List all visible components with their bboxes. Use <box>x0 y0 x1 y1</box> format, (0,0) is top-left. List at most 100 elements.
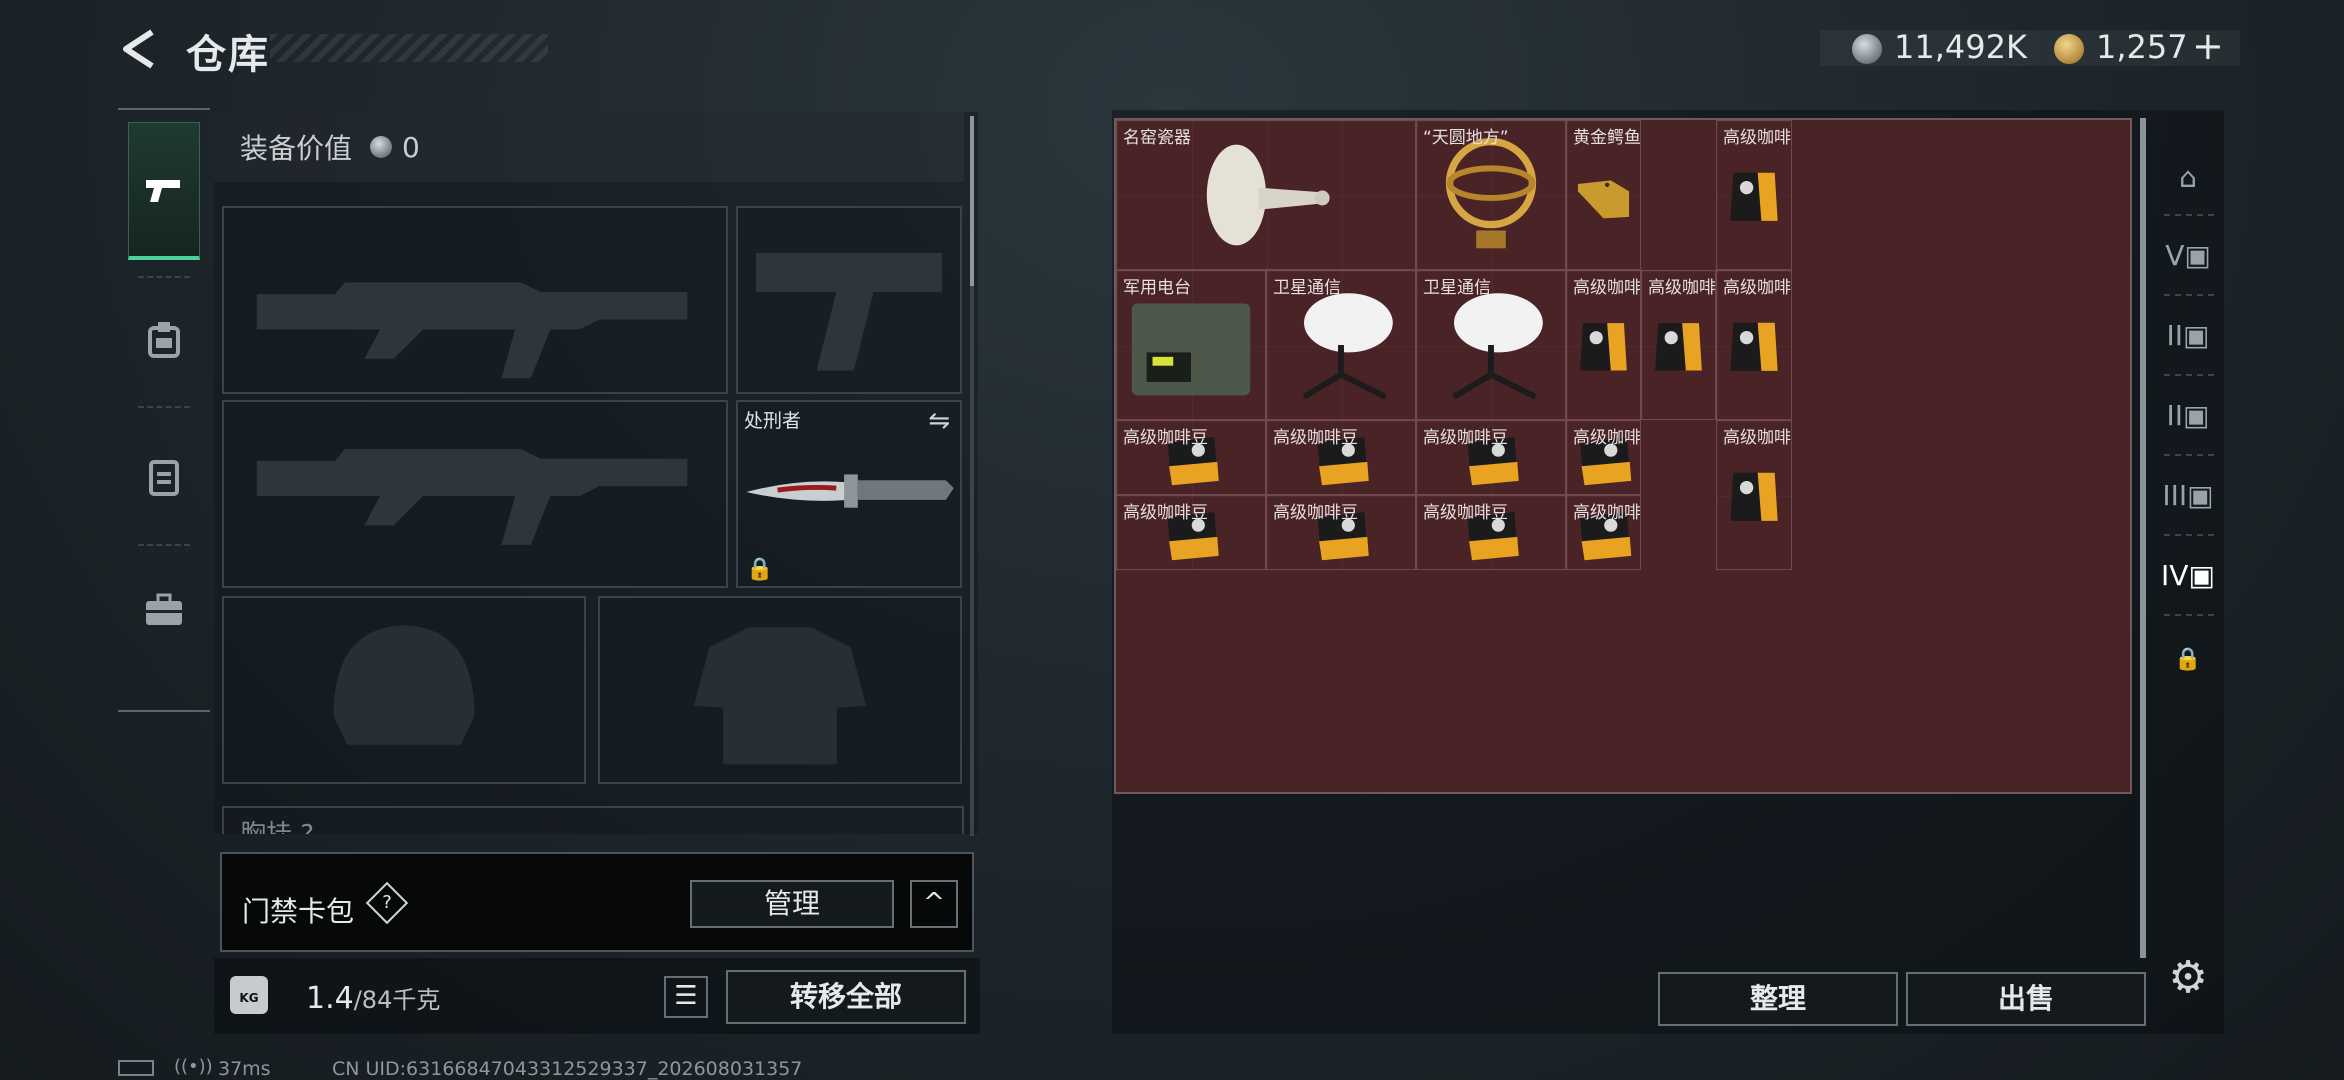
stash-item[interactable]: 高级咖啡豆 <box>1566 270 1641 420</box>
weight-lock-icon[interactable]: KG <box>230 976 268 1014</box>
stash-page-3[interactable]: III▣ <box>2160 468 2216 524</box>
pistol-icon <box>146 179 180 202</box>
tab-divider <box>2164 454 2214 456</box>
stash-page-4[interactable]: IV▣ <box>2160 548 2216 604</box>
secondary-weapon-slot[interactable] <box>222 400 728 588</box>
weight-current: 1.4 <box>306 981 354 1016</box>
equipment-panel: 装备价值 0 处刑者 ⇋ 🔒 胸挂 ? <box>214 112 978 834</box>
stash-item[interactable]: 黄金鳄鱼头 <box>1566 120 1641 270</box>
melee-slot[interactable]: 处刑者 ⇋ 🔒 <box>736 400 962 588</box>
stash-item[interactable]: 高级咖啡豆 <box>1116 495 1266 570</box>
stash-item-name: 高级咖啡豆 <box>1573 503 1641 523</box>
stash-page-label: II <box>2166 399 2184 432</box>
equipment-value-label: 装备价值 <box>240 132 353 165</box>
tab-armor[interactable] <box>128 300 200 380</box>
tab-backpack[interactable] <box>128 436 200 516</box>
stash-item-name: 高级咖啡豆 <box>1273 428 1358 448</box>
title-decoration <box>270 34 548 62</box>
stash-item[interactable]: 高级咖啡豆 <box>1716 420 1792 570</box>
body-armor-slot[interactable] <box>598 596 962 784</box>
stash-page-2a[interactable]: II▣ <box>2160 308 2216 364</box>
help-icon[interactable]: ? <box>365 881 409 925</box>
keycard-wallet: 门禁卡包 ? 管理 ^ <box>220 852 974 952</box>
stash-item-name: 高级咖啡豆 <box>1423 428 1508 448</box>
back-button[interactable] <box>118 28 160 70</box>
silver-coin-icon <box>370 136 393 158</box>
stash-item[interactable]: 名窑瓷器 <box>1116 120 1416 270</box>
silver-coin-icon <box>1852 34 1882 64</box>
player-uid: CN UID:63166847043312529337_202608031357 <box>332 1058 803 1080</box>
sidearm-slot[interactable] <box>736 206 962 394</box>
lock-icon[interactable]: 🔒 <box>2160 632 2216 688</box>
stash-item[interactable]: 高级咖啡豆 <box>1116 420 1266 495</box>
stash-item[interactable]: 高级咖啡豆 <box>1566 420 1641 495</box>
stash-item[interactable]: 军用电台 <box>1116 270 1266 420</box>
chevron-up-icon[interactable]: ^ <box>910 880 958 928</box>
stash-item[interactable]: 高级咖啡豆 <box>1266 420 1416 495</box>
stash-page-label: IV <box>2161 559 2189 592</box>
gear-icon[interactable]: ⚙ <box>2162 952 2214 1004</box>
rifle-silhouette-icon <box>256 282 688 379</box>
stash-item-name: 高级咖啡豆 <box>1723 128 1791 148</box>
wifi-icon: ((•)) <box>174 1056 213 1077</box>
add-currency-button[interactable]: + <box>2192 24 2224 68</box>
stash-item[interactable]: 高级咖啡豆 <box>1266 495 1416 570</box>
stash-page-5[interactable]: V▣ <box>2160 228 2216 284</box>
gold-currency-value: 1,257 <box>2096 28 2188 66</box>
sell-button[interactable]: 出售 <box>1906 972 2146 1026</box>
helmet-silhouette-icon <box>333 625 475 745</box>
keycard-wallet-label: 门禁卡包 <box>242 895 355 928</box>
tab-divider <box>2164 534 2214 536</box>
toolbox-icon <box>146 593 182 625</box>
ping-value: 37ms <box>218 1058 271 1080</box>
battery-icon <box>118 1060 154 1076</box>
armor-rig-icon <box>148 322 180 358</box>
safe-box-icon[interactable]: ⌂ <box>2160 150 2216 206</box>
pistol-silhouette-icon <box>756 253 942 371</box>
helmet-slot[interactable] <box>222 596 586 784</box>
stash-page-label: V <box>2165 239 2185 272</box>
stash-item[interactable]: “天圆地方” <box>1416 120 1566 270</box>
stash-item[interactable]: 高级咖啡豆 <box>1416 420 1566 495</box>
stash-item[interactable]: 高级咖啡豆 <box>1716 270 1792 420</box>
stash-page-label: III <box>2162 479 2188 512</box>
gold-coin-icon <box>2054 34 2084 64</box>
chest-rig-slot[interactable]: 胸挂 ? <box>222 806 964 834</box>
weight-value: 1.4/84千克 <box>306 980 440 1016</box>
weight-max: /84千克 <box>353 986 441 1014</box>
stash-grid: 名窑瓷器“天圆地方”黄金鳄鱼头高级咖啡豆军用电台卫星通信卫星通信高级咖啡豆高级咖… <box>1114 118 2132 794</box>
stash-item-name: 军用电台 <box>1123 278 1191 298</box>
stash-item[interactable]: 卫星通信 <box>1266 270 1416 420</box>
stash-item[interactable]: 高级咖啡豆 <box>1566 495 1641 570</box>
tab-toolbox[interactable] <box>128 570 200 650</box>
weight-bar: KG 1.4/84千克 ☰ 转移全部 <box>214 958 980 1034</box>
tab-weapons[interactable] <box>128 122 200 260</box>
help-mark: ? <box>382 892 392 913</box>
tab-divider <box>2164 214 2214 216</box>
tab-divider <box>2164 374 2214 376</box>
stash-item[interactable]: 高级咖啡豆 <box>1716 120 1792 270</box>
tab-divider <box>2164 294 2214 296</box>
stash-item-name: 卫星通信 <box>1273 278 1341 298</box>
stash-item-name: “天圆地方” <box>1423 128 1509 148</box>
stash-item[interactable]: 高级咖啡豆 <box>1416 495 1566 570</box>
stash-item-name: 名窑瓷器 <box>1123 128 1191 148</box>
manage-button[interactable]: 管理 <box>690 880 894 928</box>
stash-item-name: 高级咖啡豆 <box>1573 278 1641 298</box>
tab-divider <box>2164 614 2214 616</box>
list-icon[interactable]: ☰ <box>664 976 708 1018</box>
stash-page-2b[interactable]: II▣ <box>2160 388 2216 444</box>
sort-button[interactable]: 整理 <box>1658 972 1898 1026</box>
equipment-value-row: 装备价值 0 <box>214 112 964 182</box>
page-title: 仓库 <box>186 32 270 78</box>
primary-weapon-slot[interactable] <box>222 206 728 394</box>
stash-scrollbar[interactable] <box>2140 118 2146 958</box>
backpack-icon <box>149 460 179 496</box>
equipment-scrollbar[interactable] <box>970 116 974 836</box>
transfer-all-button[interactable]: 转移全部 <box>726 970 966 1024</box>
stash-item[interactable]: 卫星通信 <box>1416 270 1566 420</box>
stash-item-name: 高级咖啡豆 <box>1273 503 1358 523</box>
stash-item[interactable]: 高级咖啡豆 <box>1641 270 1716 420</box>
tab-divider <box>138 544 190 546</box>
equipment-value: 0 <box>402 130 420 164</box>
